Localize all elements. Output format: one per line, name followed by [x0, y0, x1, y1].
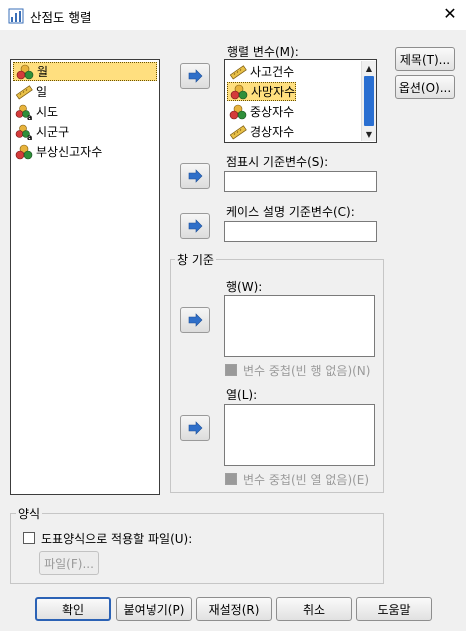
cancel-button[interactable]: 취소 — [276, 597, 352, 621]
variable-item[interactable]: 시군구 — [13, 122, 157, 141]
variable-item-label: 시도 — [36, 105, 59, 119]
variable-item[interactable]: 일 — [13, 82, 157, 101]
variable-item-label: 사망자수 — [251, 85, 296, 99]
variable-item-label: 일 — [36, 85, 48, 99]
move-to-matrix-button[interactable] — [180, 63, 210, 89]
variable-item[interactable]: 시도 — [13, 102, 157, 121]
template-checkbox-label: 도표양식으로 적용할 파일(U): — [41, 532, 193, 546]
variable-item-label: 중상자수 — [250, 105, 295, 119]
variable-item-label: 사고건수 — [250, 65, 295, 79]
help-button[interactable]: 도움말 — [356, 597, 432, 621]
window-title: 산점도 행렬 — [30, 10, 92, 25]
titles-button[interactable]: 제목(T)... — [395, 47, 455, 71]
rows-label: 행(W): — [226, 280, 263, 294]
nominal-icon — [230, 84, 248, 99]
scale-ruler-icon — [229, 124, 247, 139]
reset-button[interactable]: 재설정(R) — [196, 597, 272, 621]
rows-nest-label: 변수 중첩(빈 행 없음)(N) — [243, 364, 371, 378]
source-variable-list[interactable]: 월 일시도시군구부상신고자수 — [10, 59, 160, 495]
columns-nest-label: 변수 중첩(빈 열 없음)(E) — [243, 473, 370, 487]
close-icon[interactable]: ✕ — [441, 5, 459, 23]
template-checkbox[interactable] — [23, 532, 35, 544]
variable-item[interactable]: 부상신고자수 — [13, 142, 157, 161]
nominal-icon — [15, 144, 33, 159]
right-arrow-icon — [188, 219, 203, 233]
columns-list[interactable] — [224, 404, 375, 466]
variable-item-label: 경상자수 — [250, 125, 295, 139]
variable-item[interactable]: 사망자수 — [227, 82, 297, 101]
matrix-list-scrollbar[interactable]: ▲ ▼ — [361, 61, 376, 141]
nominal-string-icon — [15, 104, 33, 120]
right-arrow-icon — [188, 169, 203, 183]
variable-item-label: 시군구 — [36, 125, 70, 139]
variable-item-label: 부상신고자수 — [36, 145, 103, 159]
variable-item[interactable]: 중상자수 — [227, 102, 294, 121]
marker-variable-field[interactable] — [224, 171, 377, 192]
case-label-variable-label: 케이스 설명 기준변수(C): — [226, 205, 355, 219]
scroll-thumb[interactable] — [364, 76, 374, 126]
columns-label: 열(L): — [226, 388, 258, 402]
file-button[interactable]: 파일(F)... — [39, 551, 99, 575]
variable-item-label: 월 — [37, 65, 49, 79]
ok-button[interactable]: 확인 — [35, 597, 111, 621]
variable-item[interactable]: 월 — [13, 62, 157, 81]
nominal-icon — [229, 104, 247, 119]
move-to-caselabel-button[interactable] — [180, 213, 210, 239]
template-group-title: 양식 — [16, 505, 43, 522]
right-arrow-icon — [188, 69, 203, 83]
variable-item[interactable]: 경상자수 — [227, 122, 294, 141]
rows-list[interactable] — [224, 295, 375, 357]
nominal-icon — [16, 64, 34, 79]
scroll-up-icon[interactable]: ▲ — [362, 61, 376, 75]
variable-item[interactable]: 사고건수 — [227, 62, 294, 81]
case-label-variable-field[interactable] — [224, 221, 377, 242]
marker-variable-label: 점표시 기준변수(S): — [226, 155, 329, 169]
app-icon — [8, 8, 24, 24]
panel-group-title: 창 기준 — [175, 251, 216, 268]
matrix-variables-list[interactable]: ▲ ▼ 사고건수사망자수중상자수경상자수 — [224, 59, 377, 143]
scale-ruler-icon — [15, 84, 33, 99]
scale-ruler-icon — [229, 64, 247, 79]
scroll-down-icon[interactable]: ▼ — [362, 127, 376, 141]
rows-nest-checkbox[interactable] — [225, 364, 237, 376]
paste-button[interactable]: 붙여넣기(P) — [116, 597, 192, 621]
options-button[interactable]: 옵션(O)... — [395, 75, 455, 99]
nominal-string-icon — [15, 124, 33, 140]
matrix-variables-label: 행렬 변수(M): — [227, 45, 299, 59]
move-to-marker-button[interactable] — [180, 163, 210, 189]
columns-nest-checkbox[interactable] — [225, 473, 237, 485]
